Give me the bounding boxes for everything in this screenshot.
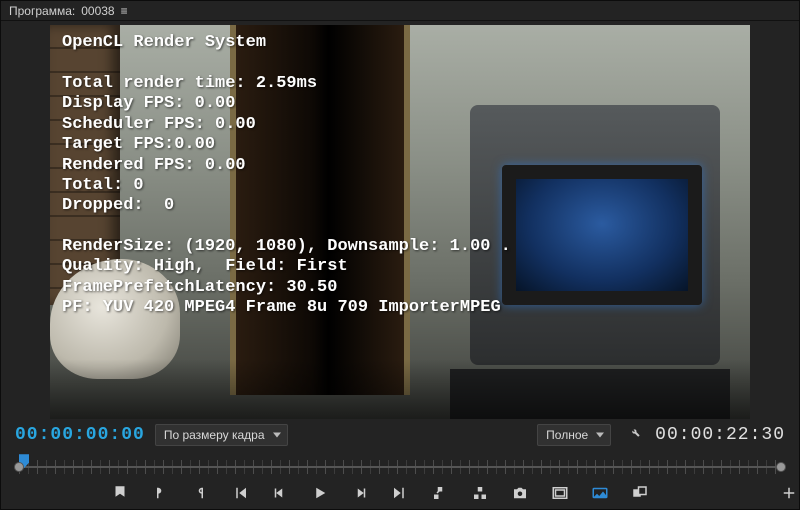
quality-dropdown[interactable]: Полное [537,424,611,446]
button-editor-add-button[interactable] [779,483,799,503]
step-back-button[interactable] [270,483,290,503]
step-forward-button[interactable] [350,483,370,503]
quality-dropdown-label: Полное [546,428,588,442]
zoom-dropdown[interactable]: По размеру кадра [155,424,288,446]
settings-wrench-icon[interactable] [621,424,645,445]
panel-title-label: Программа: [9,4,75,18]
bg-floor-shadow [50,359,750,419]
mark-in-button[interactable] [150,483,170,503]
goto-in-button[interactable] [230,483,250,503]
panel-menu-icon[interactable]: ≡ [121,4,128,18]
panel-title-clip: 00038 [81,4,114,18]
goto-out-button[interactable] [390,483,410,503]
play-button[interactable] [310,483,330,503]
timeline[interactable] [1,450,799,481]
mark-out-button[interactable] [190,483,210,503]
safe-margins-button[interactable] [550,483,570,503]
control-bar: 00:00:00:00 По размеру кадра Полное 00:0… [1,419,799,450]
multi-view-button[interactable] [630,483,650,503]
timeline-out-handle[interactable] [776,462,786,472]
lift-button[interactable] [430,483,450,503]
add-marker-button[interactable] [110,483,130,503]
comparison-view-button[interactable] [590,483,610,503]
video-viewport[interactable]: OpenCL Render System Total render time: … [50,25,750,419]
export-frame-button[interactable] [510,483,530,503]
panel-titlebar: Программа: 00038 ≡ [1,1,799,21]
timeline-track [19,466,781,468]
timecode-current[interactable]: 00:00:00:00 [15,425,145,445]
viewport-wrap: OpenCL Render System Total render time: … [1,21,799,419]
zoom-dropdown-label: По размеру кадра [164,428,265,442]
transport-bar [1,481,799,509]
render-debug-overlay: OpenCL Render System Total render time: … [62,33,738,318]
program-monitor-panel: Программа: 00038 ≡ OpenCL Render System … [0,0,800,510]
extract-button[interactable] [470,483,490,503]
timecode-duration: 00:00:22:30 [655,425,785,445]
